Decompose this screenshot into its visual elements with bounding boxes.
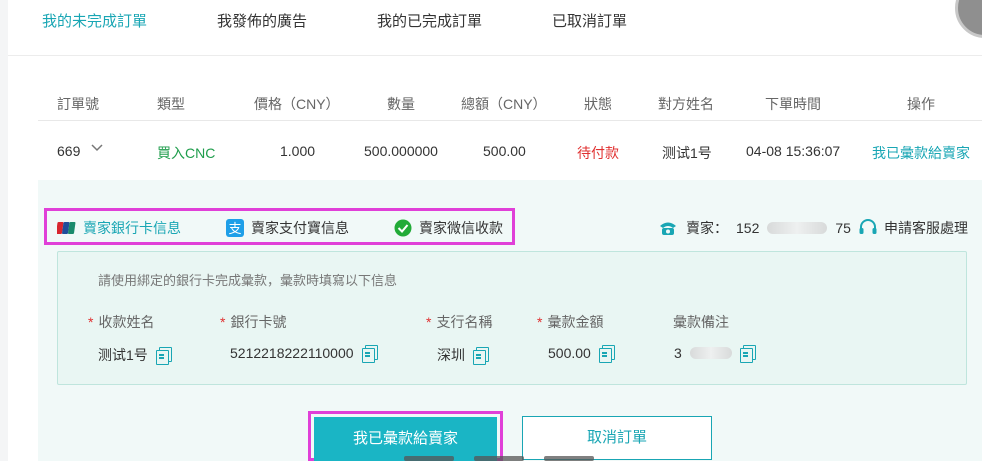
phone-icon [660, 222, 676, 235]
header-divider [38, 120, 982, 121]
scroll-indicator [544, 456, 594, 461]
field-label-text: 收款姓名 [98, 314, 155, 330]
headset-icon [859, 219, 877, 234]
field-label-text: 彙款備注 [673, 314, 729, 330]
remark-text: 3 [674, 345, 682, 361]
header-counterparty: 對方姓名 [658, 96, 714, 112]
redacted-phone [767, 222, 828, 234]
payment-tab-bank-card[interactable]: 賣家銀行卡信息 [57, 218, 181, 238]
branch-text: 深圳 [437, 347, 465, 363]
field-label-card-number: * 銀行卡號 [220, 312, 286, 332]
header-action: 操作 [907, 96, 935, 112]
tab-unfinished-orders[interactable]: 我的未完成訂單 [42, 10, 147, 31]
header-total: 總額（CNY） [461, 96, 547, 112]
customer-service-label: 申請客服處理 [884, 220, 968, 236]
field-label-remark: 彙款備注 [673, 312, 729, 332]
payment-tab-alipay-label: 賣家支付寶信息 [251, 220, 349, 236]
remark-value: 3 [674, 345, 756, 363]
order-type: 買入CNC [157, 145, 216, 161]
amount-value: 500.00 [548, 345, 615, 363]
order-counterparty: 测试1号 [662, 145, 712, 161]
payment-tab-bank-card-label: 賣家銀行卡信息 [83, 220, 181, 236]
field-label-amount: * 彙款金額 [537, 312, 603, 332]
order-number: 669 [57, 143, 81, 159]
seller-label: 賣家： [686, 220, 728, 236]
order-page: 我的未完成訂單 我發佈的廣告 我的已完成訂單 已取消訂單 訂單號 類型 價格（C… [0, 0, 982, 461]
order-total: 500.00 [483, 143, 526, 159]
payment-tab-alipay[interactable]: 支 賣家支付寶信息 [225, 218, 349, 238]
card-number-value: 5212218222110000 [230, 345, 378, 363]
required-mark: * [88, 314, 94, 330]
order-tabs: 我的未完成訂單 我發佈的廣告 我的已完成訂單 已取消訂單 [8, 0, 982, 56]
seller-contact: 賣家： 152 75 [658, 218, 851, 238]
amount-text: 500.00 [548, 345, 591, 361]
tab-my-ads[interactable]: 我發佈的廣告 [217, 10, 307, 31]
field-label-text: 支行名稱 [436, 314, 493, 330]
order-status: 待付款 [577, 145, 619, 161]
seller-phone-end: 75 [835, 220, 851, 236]
copy-icon[interactable] [155, 347, 172, 365]
left-gutter [0, 0, 8, 461]
order-quantity: 500.000000 [364, 143, 438, 159]
scroll-indicator [474, 456, 524, 461]
header-order-no: 訂單號 [57, 96, 99, 112]
payee-name-value: 测试1号 [98, 345, 172, 365]
header-type: 類型 [157, 96, 185, 112]
field-label-payee-name: * 收款姓名 [88, 312, 154, 332]
redacted-remark [689, 347, 732, 359]
required-mark: * [426, 314, 432, 330]
payee-name-text: 测试1号 [98, 347, 148, 363]
field-label-text: 銀行卡號 [230, 314, 287, 330]
row-confirm-payment-link[interactable]: 我已彙款給賣家 [872, 143, 970, 163]
header-time: 下單時間 [765, 96, 821, 112]
header-status: 狀態 [584, 96, 612, 112]
header-quantity: 數量 [387, 96, 415, 112]
required-mark: * [537, 314, 543, 330]
cancel-order-button[interactable]: 取消訂單 [522, 416, 712, 460]
header-price: 價格（CNY） [254, 96, 340, 112]
copy-icon[interactable] [598, 345, 615, 363]
payment-tab-wechat-label: 賣家微信收款 [419, 220, 503, 236]
field-label-text: 彙款金額 [547, 314, 604, 330]
card-number-text: 5212218222110000 [230, 345, 354, 361]
wechat-icon [394, 219, 412, 237]
customer-service-button[interactable]: 申請客服處理 [858, 218, 968, 238]
payment-tab-wechat[interactable]: 賣家微信收款 [393, 218, 503, 238]
confirm-payment-button[interactable]: 我已彙款給賣家 [314, 417, 497, 461]
alipay-icon: 支 [226, 219, 244, 237]
field-label-branch: * 支行名稱 [426, 312, 492, 332]
tab-completed-orders[interactable]: 我的已完成訂單 [377, 10, 482, 31]
bank-instruction: 請使用綁定的銀行卡完成彙款，彙款時填寫以下信息 [98, 273, 398, 288]
branch-value: 深圳 [437, 345, 489, 365]
order-time: 04-08 15:36:07 [746, 143, 841, 159]
copy-icon[interactable] [473, 347, 489, 365]
seller-phone-start: 152 [736, 220, 760, 236]
tab-cancelled-orders[interactable]: 已取消訂單 [552, 10, 627, 31]
unionpay-icon [57, 222, 76, 234]
required-mark: * [220, 314, 226, 330]
copy-icon[interactable] [739, 345, 756, 363]
order-price: 1.000 [280, 143, 316, 159]
copy-icon[interactable] [361, 345, 378, 363]
svg-text:支: 支 [228, 222, 241, 237]
scroll-indicator [404, 456, 454, 461]
chevron-down-icon[interactable] [90, 141, 104, 155]
